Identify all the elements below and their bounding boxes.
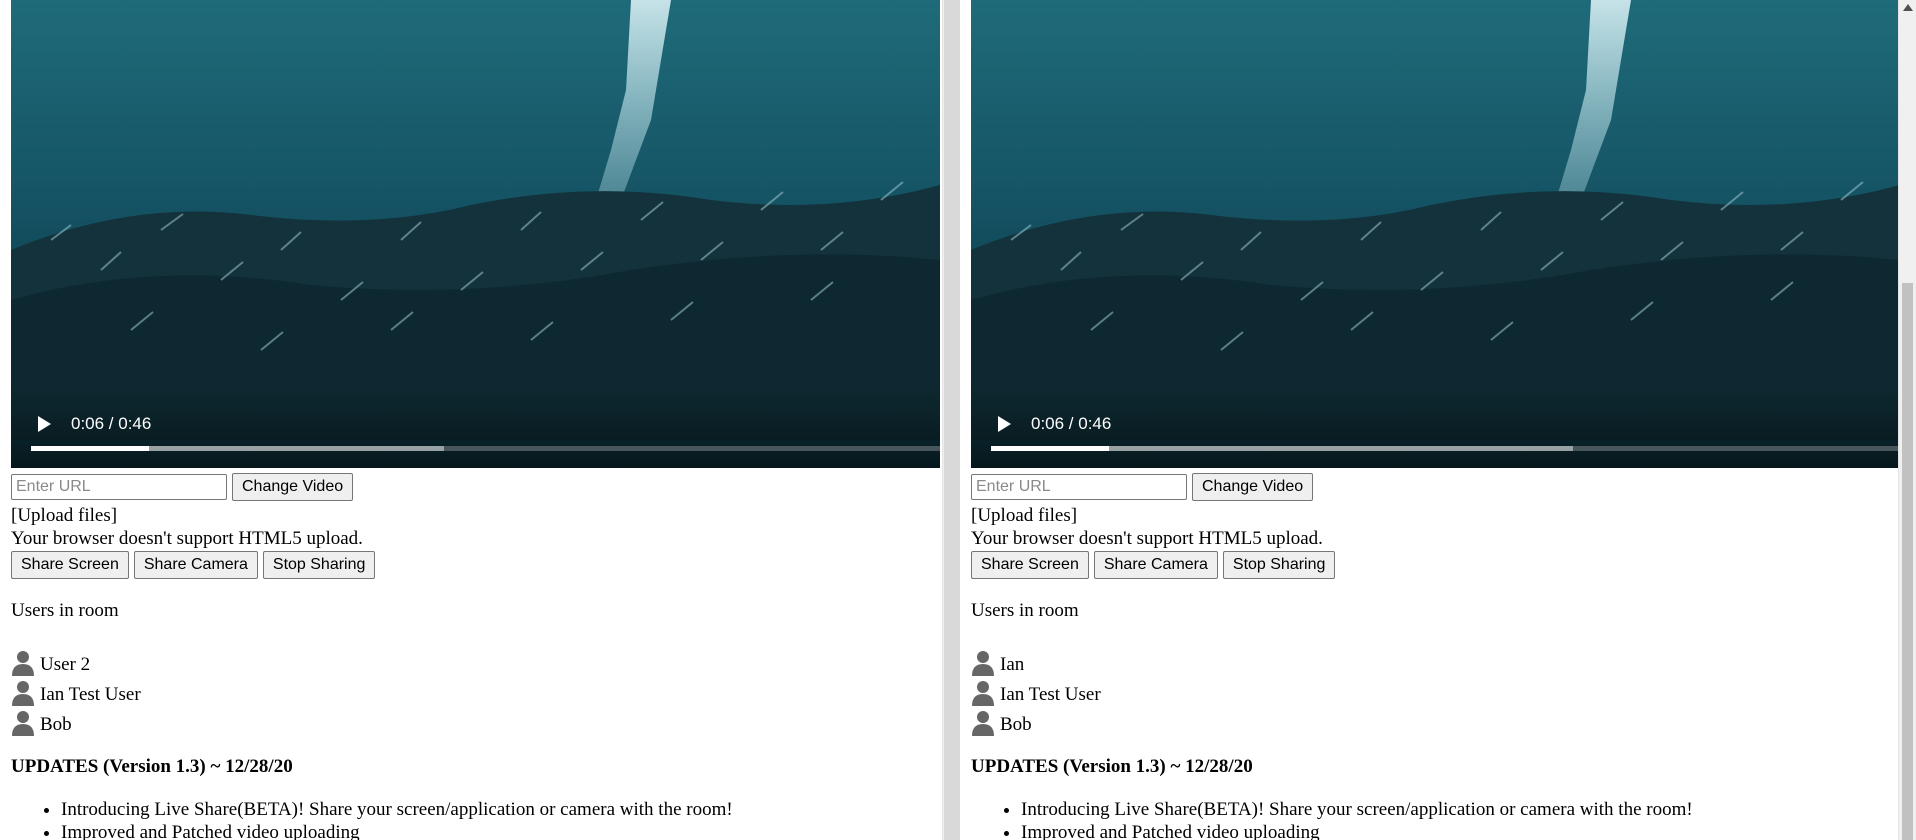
scroll-up-arrow-icon[interactable]	[1903, 4, 1913, 11]
user-icon	[11, 680, 35, 706]
pane-gutter	[944, 0, 960, 840]
right-scrollbar[interactable]	[1898, 0, 1916, 840]
timeline-played	[991, 446, 1110, 451]
user-icon	[11, 710, 35, 736]
user-item: Ian	[971, 646, 1916, 676]
timeline-played	[31, 446, 150, 451]
user-item: User 2	[11, 646, 940, 676]
user-icon	[11, 650, 35, 676]
user-item: Ian Test User	[11, 676, 940, 706]
play-icon	[998, 416, 1011, 432]
scroll-thumb[interactable]	[1902, 283, 1913, 840]
share-camera-button[interactable]: Share Camera	[1093, 551, 1218, 579]
change-video-button[interactable]: Change Video	[1192, 473, 1314, 501]
left-browser-pane: 0:06 / 0:46 Change Video [Upload files] …	[0, 0, 940, 840]
url-input[interactable]	[11, 474, 227, 500]
url-row: Change Video	[971, 473, 1916, 501]
video-controls: 0:06 / 0:46	[11, 388, 940, 468]
video-controls: 0:06 / 0:46	[971, 388, 1900, 468]
users-heading: Users in room	[971, 600, 1079, 621]
share-buttons: Share Screen Share Camera Stop Sharing	[971, 551, 1916, 579]
stop-sharing-button[interactable]: Stop Sharing	[1222, 551, 1336, 579]
user-icon	[971, 710, 995, 736]
change-video-button[interactable]: Change Video	[232, 473, 354, 501]
share-camera-button[interactable]: Share Camera	[133, 551, 258, 579]
share-screen-button[interactable]: Share Screen	[11, 551, 129, 579]
update-item: Improved and Patched video uploading	[61, 821, 940, 840]
update-item: Introducing Live Share(BETA)! Share your…	[1021, 798, 1916, 821]
user-list: Ian Ian Test User Bob	[971, 646, 1916, 736]
upload-message: Your browser doesn't support HTML5 uploa…	[11, 528, 363, 549]
video-timeline[interactable]	[31, 446, 940, 451]
upload-files-link[interactable]: [Upload files]	[11, 504, 940, 527]
user-icon	[971, 680, 995, 706]
updates-list: Introducing Live Share(BETA)! Share your…	[11, 798, 940, 840]
upload-files-link[interactable]: [Upload files]	[971, 504, 1916, 527]
user-name: Ian	[1000, 654, 1025, 675]
url-input[interactable]	[971, 474, 1187, 500]
play-button[interactable]	[31, 412, 55, 436]
user-name: Bob	[40, 714, 72, 735]
user-icon	[971, 650, 995, 676]
user-item: Bob	[971, 706, 1916, 736]
update-item: Introducing Live Share(BETA)! Share your…	[61, 798, 940, 821]
user-name: Ian Test User	[40, 684, 141, 705]
video-time: 0:06 / 0:46	[1031, 414, 1112, 433]
users-heading: Users in room	[11, 600, 119, 621]
user-item: Ian Test User	[971, 676, 1916, 706]
share-screen-button[interactable]: Share Screen	[971, 551, 1089, 579]
updates-heading: UPDATES (Version 1.3) ~ 12/28/20	[11, 756, 293, 777]
updates-heading: UPDATES (Version 1.3) ~ 12/28/20	[971, 756, 1253, 777]
url-row: Change Video	[11, 473, 940, 501]
stop-sharing-button[interactable]: Stop Sharing	[262, 551, 376, 579]
user-list: User 2 Ian Test User Bob	[11, 646, 940, 736]
play-icon	[38, 416, 51, 432]
video-player[interactable]: 0:06 / 0:46	[11, 0, 940, 468]
user-name: Ian Test User	[1000, 684, 1101, 705]
pane-content: 0:06 / 0:46 Change Video [Upload files] …	[11, 0, 940, 840]
update-item: Improved and Patched video uploading	[1021, 821, 1916, 840]
pane-content: 0:06 / 0:46 Change Video [Upload files] …	[971, 0, 1916, 840]
user-item: Bob	[11, 706, 940, 736]
upload-message: Your browser doesn't support HTML5 uploa…	[971, 528, 1323, 549]
video-timeline[interactable]	[991, 446, 1900, 451]
video-time: 0:06 / 0:46	[71, 414, 152, 433]
right-browser-pane: 0:06 / 0:46 Change Video [Upload files] …	[960, 0, 1916, 840]
share-buttons: Share Screen Share Camera Stop Sharing	[11, 551, 940, 579]
play-button[interactable]	[991, 412, 1015, 436]
updates-list: Introducing Live Share(BETA)! Share your…	[971, 798, 1916, 840]
user-name: Bob	[1000, 714, 1032, 735]
user-name: User 2	[40, 654, 91, 675]
video-player[interactable]: 0:06 / 0:46	[971, 0, 1900, 468]
